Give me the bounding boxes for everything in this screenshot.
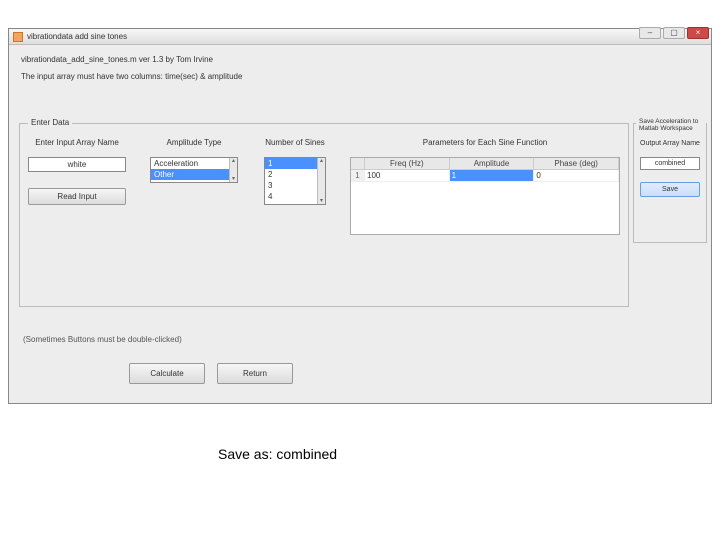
input-format-label: The input array must have two columns: t… <box>21 72 703 81</box>
amp-type-item-acceleration[interactable]: Acceleration <box>151 158 237 169</box>
input-array-field[interactable]: white <box>28 157 126 172</box>
cell-amp[interactable]: 1 <box>450 170 535 182</box>
save-button[interactable]: Save <box>640 182 700 197</box>
script-version-label: vibrationdata_add_sine_tones.m ver 1.3 b… <box>21 55 703 64</box>
titlebar: vibrationdata add sine tones – ▢ × <box>9 29 711 45</box>
input-array-label: Enter Input Array Name <box>28 138 126 147</box>
num-sines-item-4[interactable]: 4 <box>265 191 325 202</box>
table-header-row: Freq (Hz) Amplitude Phase (deg) <box>351 158 619 170</box>
amplitude-type-label: Amplitude Type <box>150 138 238 147</box>
content-area: vibrationdata_add_sine_tones.m ver 1.3 b… <box>9 45 711 403</box>
close-button[interactable]: × <box>687 27 709 39</box>
num-sines-listbox[interactable]: 1 2 3 4 ▴▾ <box>264 157 326 205</box>
slide-caption: Save as: combined <box>218 446 337 462</box>
params-table[interactable]: Freq (Hz) Amplitude Phase (deg) 1 100 1 … <box>350 157 620 235</box>
params-label: Parameters for Each Sine Function <box>350 138 620 147</box>
output-array-field[interactable]: combined <box>640 157 700 170</box>
bottom-button-row: Calculate Return <box>129 363 293 384</box>
calculate-button[interactable]: Calculate <box>129 363 205 384</box>
output-array-label: Output Array Name <box>640 140 700 147</box>
num-sines-label: Number of Sines <box>264 138 326 147</box>
table-row[interactable]: 1 100 1 0 <box>351 170 619 182</box>
table-header-freq: Freq (Hz) <box>365 158 450 170</box>
main-window: vibrationdata add sine tones – ▢ × vibra… <box>8 28 712 404</box>
cell-phase[interactable]: 0 <box>534 170 619 182</box>
window-controls: – ▢ × <box>639 27 709 39</box>
table-empty-area <box>351 182 619 234</box>
save-panel-title: Save Acceleration to Matlab Workspace <box>636 118 706 132</box>
num-sines-item-1[interactable]: 1 <box>265 158 325 169</box>
num-sines-item-3[interactable]: 3 <box>265 180 325 191</box>
table-header-rownum <box>351 158 365 170</box>
table-header-amp: Amplitude <box>450 158 535 170</box>
maximize-button[interactable]: ▢ <box>663 27 685 39</box>
num-sines-scrollbar[interactable]: ▴▾ <box>317 158 325 204</box>
read-input-button[interactable]: Read Input <box>28 188 126 205</box>
num-sines-item-2[interactable]: 2 <box>265 169 325 180</box>
double-click-note: (Sometimes Buttons must be double-clicke… <box>23 335 182 344</box>
cell-rownum: 1 <box>351 170 365 182</box>
return-button[interactable]: Return <box>217 363 293 384</box>
table-header-phase: Phase (deg) <box>534 158 619 170</box>
save-panel: Save Acceleration to Matlab Workspace Ou… <box>633 123 707 243</box>
cell-freq[interactable]: 100 <box>365 170 450 182</box>
window-title: vibrationdata add sine tones <box>27 32 127 41</box>
amp-type-scrollbar[interactable]: ▴▾ <box>229 158 237 182</box>
minimize-button[interactable]: – <box>639 27 661 39</box>
amp-type-item-other[interactable]: Other <box>151 169 237 180</box>
enter-data-panel: Enter Data Enter Input Array Name white … <box>19 123 629 307</box>
enter-data-title: Enter Data <box>28 118 72 127</box>
amplitude-type-listbox[interactable]: Acceleration Other ▴▾ <box>150 157 238 183</box>
app-icon <box>13 32 23 42</box>
